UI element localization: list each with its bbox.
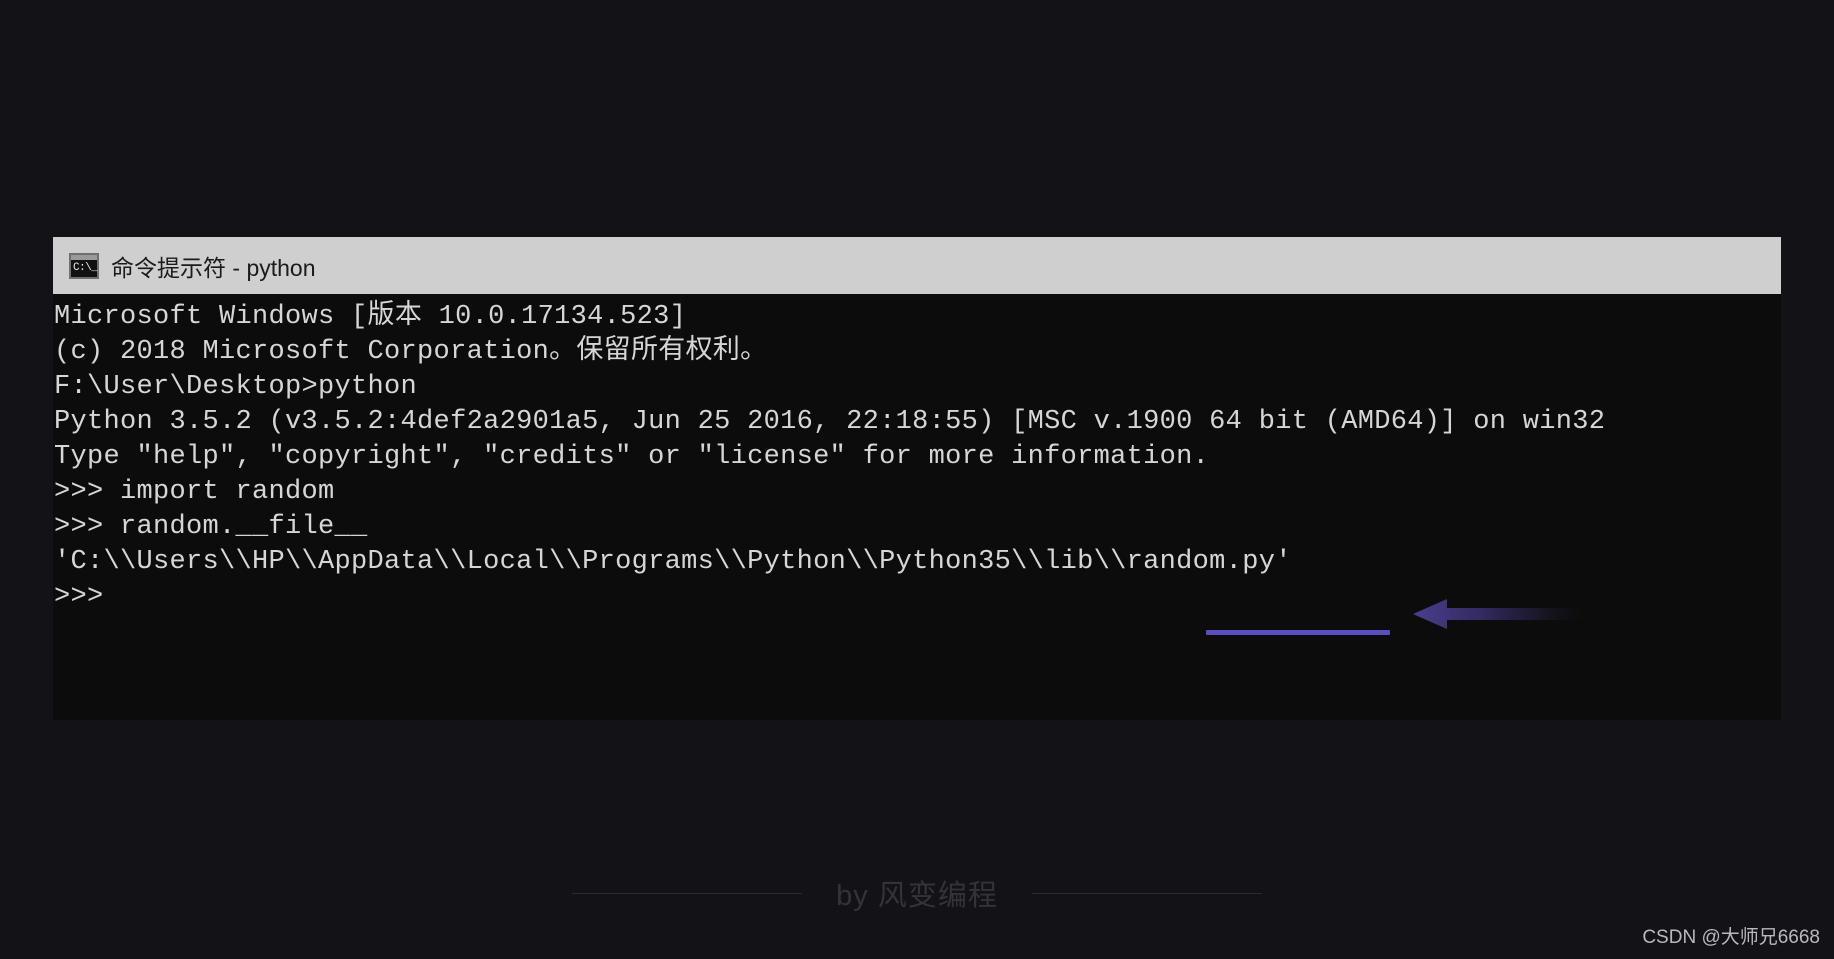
- terminal-line: Python 3.5.2 (v3.5.2:4def2a2901a5, Jun 2…: [54, 407, 1606, 437]
- terminal-line: Type "help", "copyright", "credits" or "…: [54, 442, 1210, 472]
- csdn-watermark: CSDN @大师兄6668: [1642, 927, 1820, 948]
- annotation-arrow-icon: [1413, 599, 1583, 629]
- terminal-line: >>> import random: [54, 477, 335, 507]
- cmd-icon-prompt-glyph: C:\_: [73, 261, 98, 274]
- command-prompt-window[interactable]: C:\_ 命令提示符 - python Microsoft Windows [版…: [53, 237, 1781, 720]
- terminal-line: 'C:\\Users\\HP\\AppData\\Local\\Programs…: [54, 547, 1292, 577]
- terminal-line: (c) 2018 Microsoft Corporation。保留所有权利。: [54, 337, 768, 367]
- watermark-rule-right: [1031, 892, 1262, 894]
- window-titlebar[interactable]: C:\_ 命令提示符 - python: [53, 237, 1781, 294]
- window-title-text: 命令提示符 - python: [111, 254, 316, 281]
- annotation-underline: [1206, 630, 1390, 635]
- terminal-line: >>> random.__file__: [54, 512, 368, 542]
- cmd-icon-titlestrip: [71, 254, 97, 260]
- watermark-text: by 风变编程: [836, 880, 998, 912]
- terminal-output-area[interactable]: Microsoft Windows [版本 10.0.17134.523] (c…: [53, 294, 1781, 720]
- watermark-rule-left: [572, 892, 803, 894]
- cmd-console-icon: C:\_: [69, 252, 99, 279]
- center-watermark: by 风变编程: [0, 872, 1834, 914]
- terminal-line: F:\User\Desktop>python: [54, 372, 418, 402]
- terminal-line: Microsoft Windows [版本 10.0.17134.523]: [54, 302, 687, 332]
